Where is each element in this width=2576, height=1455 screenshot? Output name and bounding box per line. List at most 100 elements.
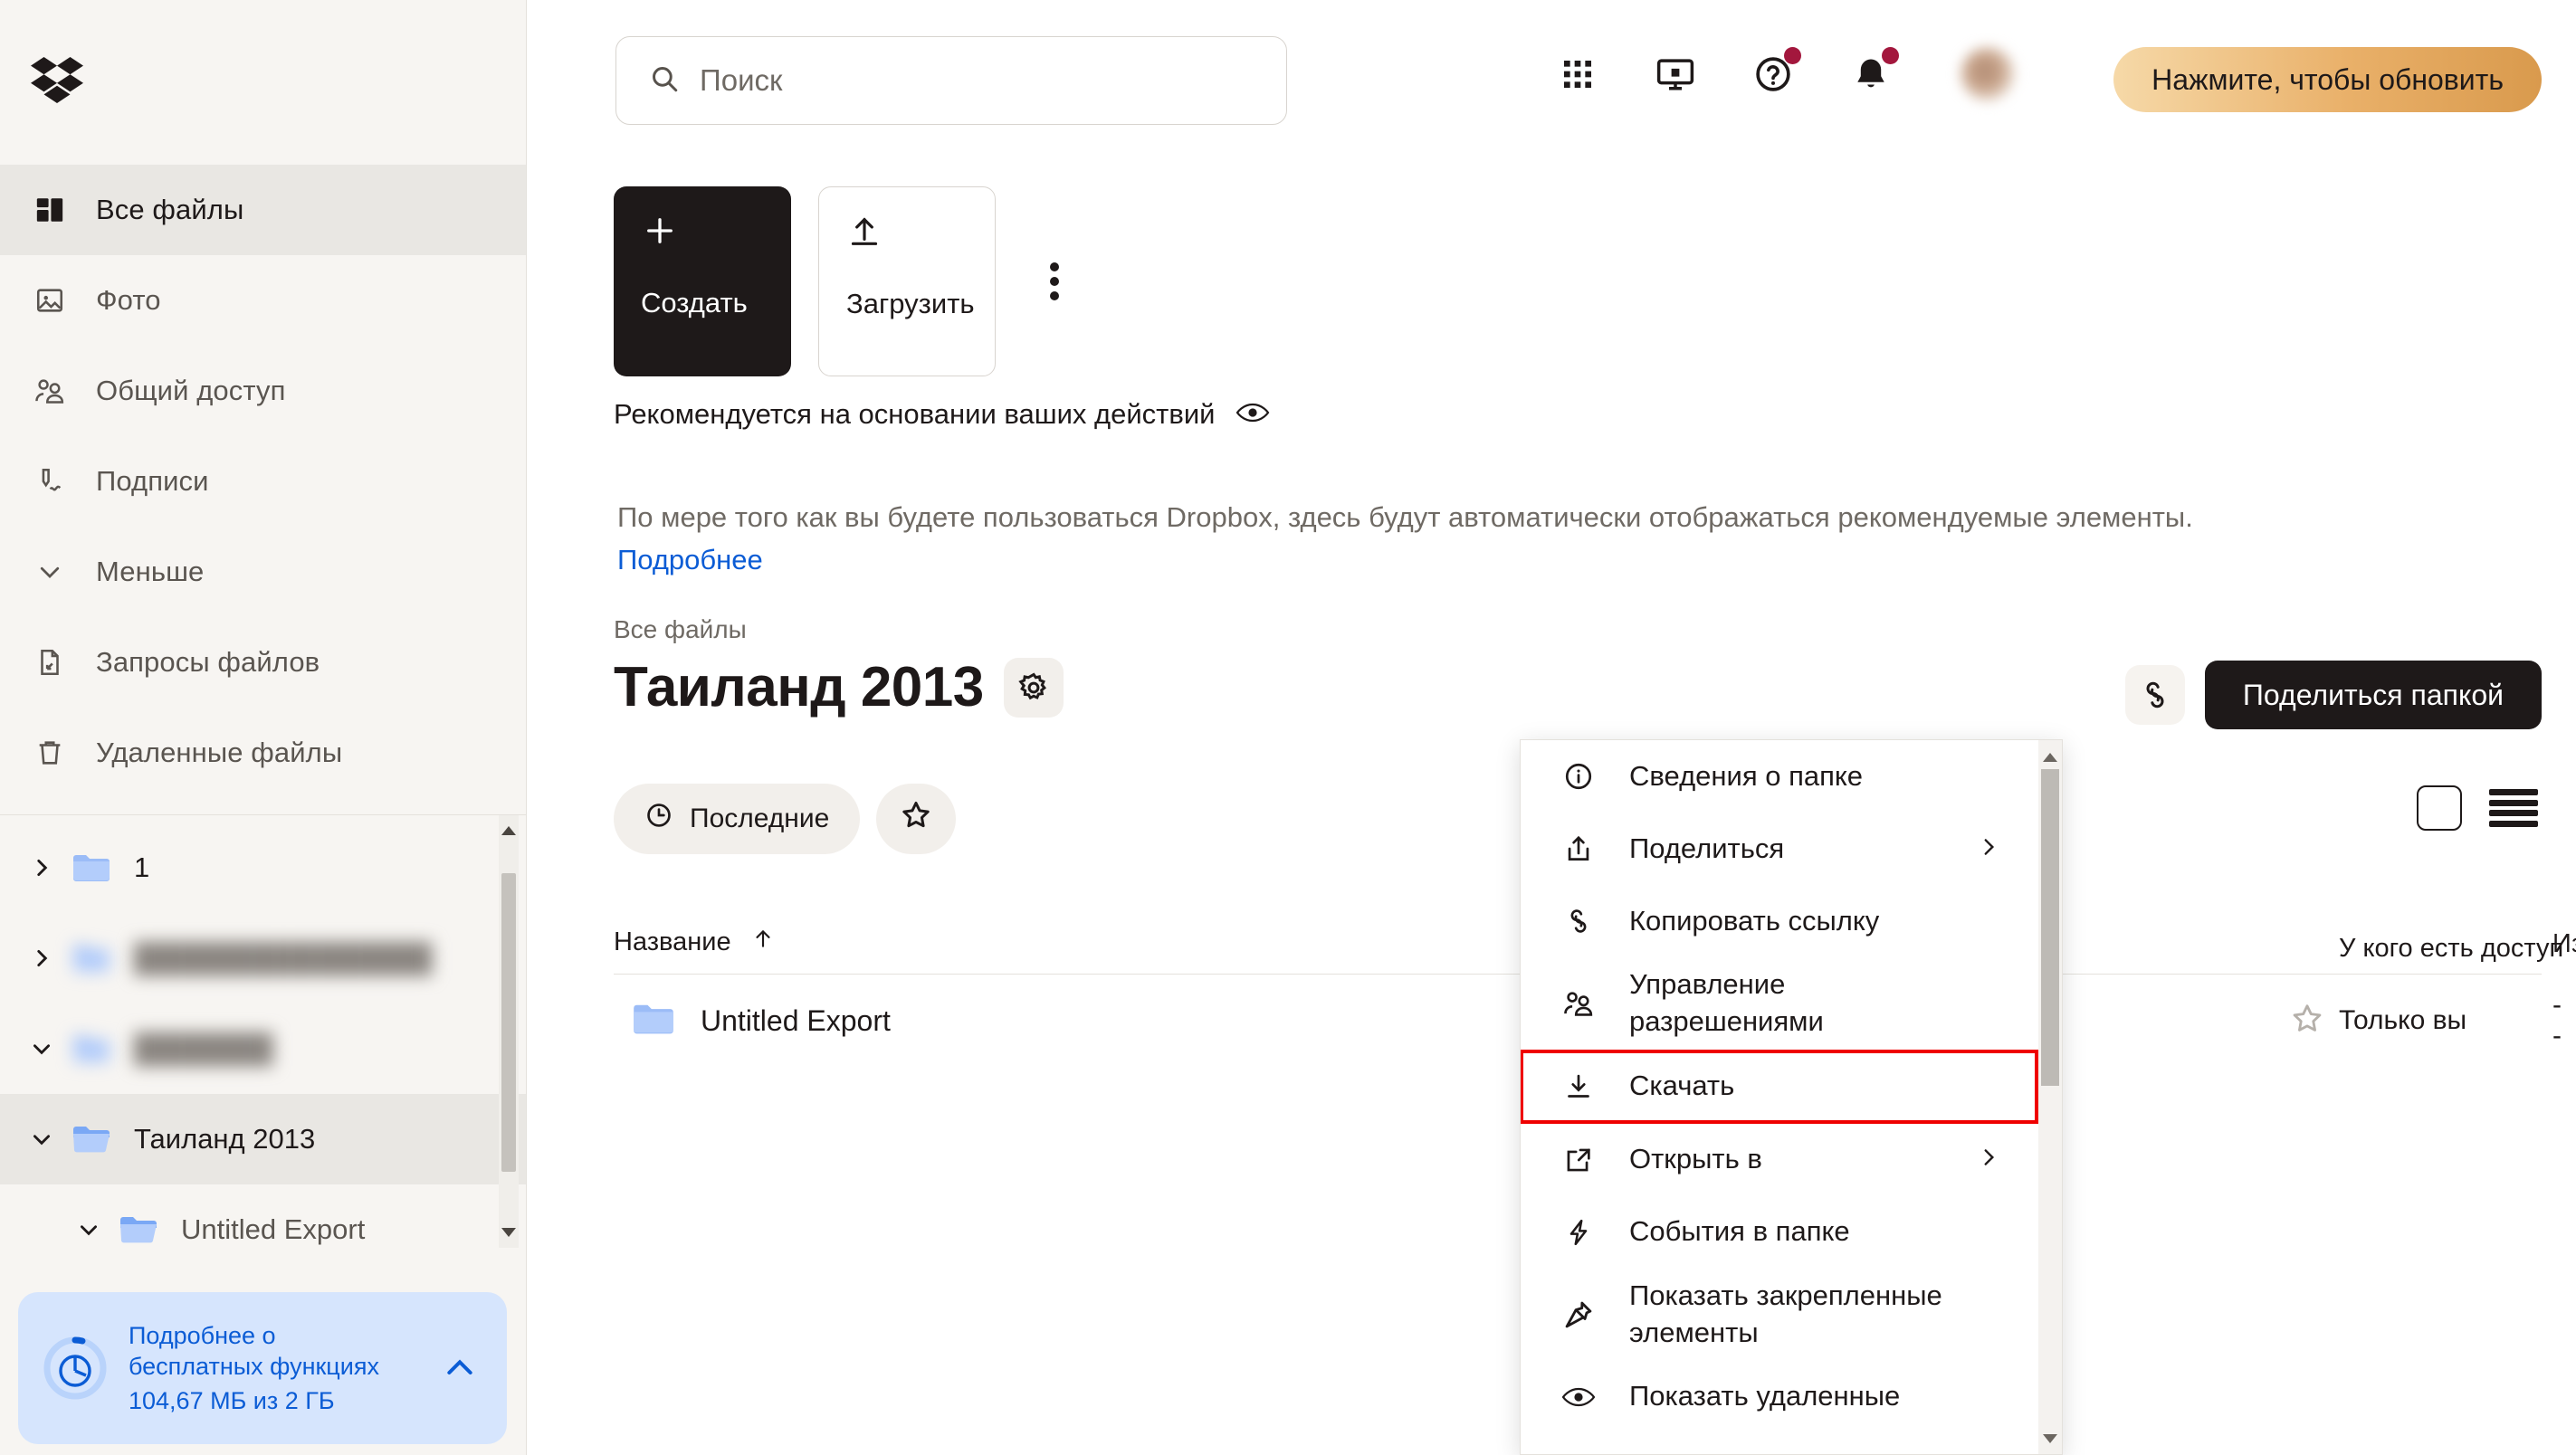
folder-icon — [65, 941, 118, 975]
row-access: Только вы — [2339, 1005, 2467, 1035]
list-view-icon[interactable] — [2489, 789, 2538, 827]
tree-item-label: Untitled Export — [181, 1213, 366, 1245]
info-icon — [1559, 761, 1598, 792]
upload-button-label: Загрузить — [846, 288, 975, 319]
menu-item-show-pinned[interactable]: Показать закрепленные элементы — [1521, 1269, 2038, 1361]
avatar[interactable] — [1961, 47, 2015, 101]
sidebar-item-less[interactable]: Меньше — [0, 527, 526, 617]
sidebar-item-signatures[interactable]: Подписи — [0, 436, 526, 527]
scrollbar-thumb[interactable] — [2041, 769, 2059, 1086]
menu-item-folder-events[interactable]: События в папке — [1521, 1196, 2038, 1269]
plus-icon — [641, 218, 679, 253]
menu-item-label: Показать закрепленные элементы — [1629, 1279, 1942, 1348]
tree-item-blurred-1[interactable]: ███████████████ — [0, 913, 526, 1003]
upgrade-button[interactable]: Нажмите, чтобы обновить — [2113, 47, 2542, 112]
help-icon[interactable] — [1749, 47, 1801, 99]
tree-item-1[interactable]: 1 — [0, 823, 526, 913]
lightning-icon — [1559, 1216, 1598, 1249]
chevron-down-icon[interactable] — [18, 1037, 65, 1060]
create-button[interactable]: Создать — [614, 186, 791, 376]
top-bar-icons — [1553, 47, 2015, 101]
menu-item-label: Управление разрешениями — [1629, 968, 1824, 1037]
search-input[interactable]: Поиск — [615, 36, 1287, 125]
view-controls — [2417, 785, 2538, 831]
filter-chip-starred[interactable] — [876, 784, 957, 854]
menu-item-label: Показать удаленные — [1629, 1380, 1901, 1412]
grid-view-icon[interactable] — [2417, 785, 2462, 831]
storage-upgrade-card[interactable]: Подробнее о бесплатных функциях 104,67 М… — [18, 1292, 507, 1444]
share-controls: Поделиться папкой — [2124, 661, 2542, 729]
copy-link-icon[interactable] — [2124, 665, 2185, 725]
storage-pie-icon — [42, 1335, 109, 1402]
tree-item-untitled-export[interactable]: Untitled Export — [0, 1184, 526, 1248]
sidebar-item-all-files[interactable]: Все файлы — [0, 165, 526, 255]
scroll-up-arrow-icon[interactable] — [499, 817, 519, 844]
column-header-name[interactable]: Название — [614, 925, 775, 959]
menu-item-download[interactable]: Скачать — [1521, 1049, 2038, 1124]
sidebar-item-photos[interactable]: Фото — [0, 255, 526, 346]
sidebar-item-deleted-files[interactable]: Удаленные файлы — [0, 708, 526, 798]
apps-grid-icon[interactable] — [1553, 50, 1602, 99]
star-outline-icon[interactable] — [2290, 1002, 2324, 1041]
menu-item-folder-details[interactable]: Сведения о папке — [1521, 740, 2038, 813]
share-icon — [1559, 833, 1598, 864]
chevron-right-icon[interactable] — [18, 856, 65, 880]
page-title-row: Таиланд 2013 — [614, 655, 1064, 719]
scroll-down-arrow-icon[interactable] — [499, 1219, 519, 1246]
scroll-down-arrow-icon[interactable] — [2038, 1425, 2062, 1452]
search-placeholder: Поиск — [700, 63, 783, 97]
eye-icon — [1559, 1385, 1598, 1409]
filter-chip-recent[interactable]: Последние — [614, 784, 861, 854]
menu-item-share[interactable]: Поделиться — [1521, 813, 2038, 885]
tree-item-blurred-2[interactable]: ███████ — [0, 1003, 526, 1094]
sidebar-tree-scrollbar[interactable] — [499, 815, 519, 1248]
storage-text-wrap: Подробнее о бесплатных функциях 104,67 М… — [129, 1321, 416, 1416]
tree-item-thailand-2013[interactable]: Таиланд 2013 — [0, 1094, 526, 1184]
open-external-icon — [1559, 1145, 1598, 1175]
tree-item-label: 1 — [134, 851, 150, 883]
action-buttons: Создать Загрузить — [614, 186, 1086, 376]
menu-item-show-deleted[interactable]: Показать удаленные — [1521, 1361, 2038, 1433]
page-title: Таиланд 2013 — [614, 656, 984, 718]
sidebar-item-shared[interactable]: Общий доступ — [0, 346, 526, 436]
context-menu-scrollbar[interactable] — [2038, 740, 2062, 1454]
recommended-body-line1: По мере того как вы будете пользоваться … — [617, 501, 2048, 533]
sidebar: Все файлы Фото Общий доступ Подписи Мень… — [0, 0, 527, 1455]
menu-item-manage-permissions[interactable]: Управление разрешениями — [1521, 957, 2038, 1050]
share-folder-button[interactable]: Поделиться папкой — [2204, 661, 2542, 729]
create-button-label: Создать — [641, 287, 748, 319]
upload-button[interactable]: Загрузить — [818, 186, 996, 376]
bell-icon[interactable] — [1846, 47, 1899, 99]
dropbox-logo-wrap[interactable] — [0, 0, 526, 165]
column-header-access[interactable]: У кого есть доступ — [2339, 932, 2574, 966]
dropbox-app: Все файлы Фото Общий доступ Подписи Мень… — [0, 0, 2576, 1455]
sort-asc-arrow-icon — [751, 925, 775, 959]
context-menu-list: Сведения о папке Поделиться Копировать с… — [1521, 740, 2038, 1433]
desktop-icon[interactable] — [1651, 50, 1700, 99]
sidebar-item-label: Меньше — [96, 556, 205, 587]
gear-icon[interactable] — [1003, 657, 1064, 718]
breadcrumb[interactable]: Все файлы — [614, 615, 747, 644]
notification-badge — [1784, 47, 1801, 64]
recommended-learn-more-link[interactable]: Подробнее — [617, 544, 763, 575]
star-icon — [900, 799, 932, 839]
menu-item-label: Открыть в — [1629, 1143, 1762, 1175]
menu-item-open-in[interactable]: Открыть в — [1521, 1124, 2038, 1196]
kebab-menu-icon[interactable] — [1023, 186, 1086, 376]
recommended-heading: Рекомендуется на основании ваших действи… — [614, 398, 1216, 430]
notification-badge — [1882, 47, 1899, 64]
scroll-up-arrow-icon[interactable] — [2038, 744, 2062, 771]
chevron-down-icon[interactable] — [65, 1218, 112, 1241]
storage-title: Подробнее о бесплатных функциях — [129, 1321, 379, 1380]
column-header-modified[interactable]: Изменено — [2552, 929, 2576, 959]
menu-item-copy-link[interactable]: Копировать ссылку — [1521, 885, 2038, 957]
dropbox-logo-icon — [31, 56, 83, 109]
eye-icon[interactable] — [1236, 401, 1270, 429]
folder-icon — [65, 1032, 118, 1066]
chevron-down-icon[interactable] — [18, 1127, 65, 1151]
chevron-up-icon[interactable] — [436, 1350, 483, 1386]
sidebar-folder-tree: 1 ███████████████ ███████ Таиланд 2013 U… — [0, 815, 526, 1248]
chevron-right-icon[interactable] — [18, 946, 65, 970]
scrollbar-thumb[interactable] — [501, 873, 516, 1172]
sidebar-item-file-requests[interactable]: Запросы файлов — [0, 617, 526, 708]
